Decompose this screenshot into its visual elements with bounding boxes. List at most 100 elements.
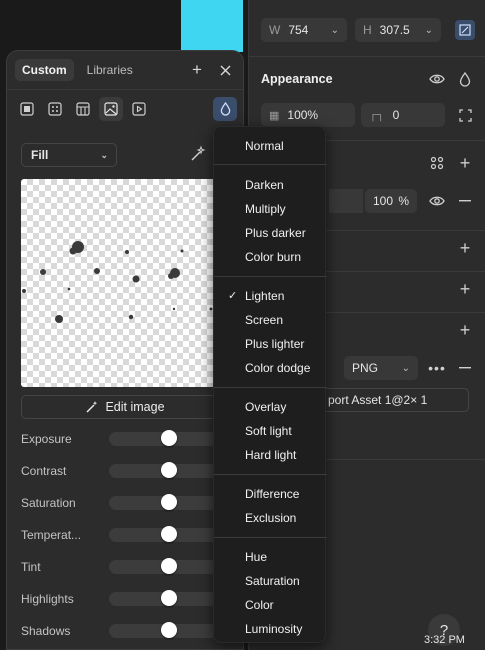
- blend-option-hue[interactable]: Hue: [214, 546, 327, 568]
- blend-drop-icon[interactable]: [455, 69, 475, 89]
- pattern-fill-icon[interactable]: [71, 97, 95, 121]
- blend-option-exclusion[interactable]: Exclusion: [214, 507, 327, 529]
- blend-option-multiply[interactable]: Multiply: [214, 198, 327, 220]
- dust-particles: [22, 241, 213, 323]
- video-fill-icon[interactable]: [127, 97, 151, 121]
- export-button[interactable]: port Asset 1@2× 1: [319, 388, 469, 412]
- saturation-row: Saturation: [21, 493, 236, 513]
- highlights-label: Highlights: [21, 592, 74, 606]
- fill-opacity-value: 100: [373, 194, 394, 208]
- blend-option-plus-darker[interactable]: Plus darker: [214, 222, 327, 244]
- blend-option-difference[interactable]: Difference: [214, 483, 327, 505]
- independent-corners-icon[interactable]: [455, 105, 475, 125]
- highlights-slider-knob[interactable]: [161, 590, 177, 606]
- fill-tabs: Custom Libraries: [15, 59, 140, 81]
- highlights-row: Highlights: [21, 589, 236, 609]
- contrast-label: Contrast: [21, 464, 67, 478]
- height-value: 307.5: [379, 23, 410, 37]
- temperature-slider-knob[interactable]: [161, 526, 177, 542]
- export-format-value: PNG: [352, 361, 379, 375]
- scale-mode-value: Fill: [31, 148, 49, 162]
- blend-option-lighten[interactable]: ✓ Lighten: [214, 285, 327, 307]
- exposure-label: Exposure: [21, 432, 72, 446]
- edit-image-button[interactable]: Edit image: [21, 395, 229, 419]
- contrast-slider-knob[interactable]: [161, 462, 177, 478]
- chevron-down-icon: ⌄: [424, 24, 433, 36]
- tint-row: Tint: [21, 557, 236, 577]
- ai-sparkle-icon[interactable]: [189, 145, 209, 165]
- edit-image-label: Edit image: [105, 400, 165, 414]
- opacity-icon: ▦: [269, 109, 280, 122]
- fill-picker-panel: Custom Libraries + Fill ⌄ Edit image Exp…: [6, 50, 244, 650]
- fill-opacity-unit: %: [398, 194, 409, 208]
- magic-wand-icon: [86, 401, 98, 413]
- add-effect-icon[interactable]: +: [455, 279, 475, 299]
- exposure-slider-knob[interactable]: [161, 430, 177, 446]
- corner-radius-field[interactable]: ┌┐ 0: [361, 103, 445, 127]
- height-field[interactable]: H 307.5 ⌄: [355, 18, 441, 42]
- blend-option-soft-light[interactable]: Soft light: [214, 420, 327, 442]
- blend-option-overlay[interactable]: Overlay: [214, 396, 327, 418]
- corner-radius-icon: ┌┐: [369, 109, 385, 121]
- exposure-row: Exposure: [21, 429, 236, 449]
- image-fill-icon[interactable]: [99, 97, 123, 121]
- styles-grid-icon[interactable]: [427, 153, 447, 173]
- temperature-row: Temperat...: [21, 525, 236, 545]
- taskbar-clock: 3:32 PM: [424, 634, 465, 646]
- constrain-proportions-icon[interactable]: [455, 20, 475, 40]
- remove-fill-icon[interactable]: [455, 191, 475, 211]
- add-style-icon[interactable]: +: [187, 60, 207, 80]
- export-button-label: port Asset 1@2× 1: [328, 393, 428, 407]
- fill-visibility-eye-icon[interactable]: [427, 191, 447, 211]
- blend-option-darken[interactable]: Darken: [214, 174, 327, 196]
- gradient-fill-icon[interactable]: [43, 97, 67, 121]
- blend-option-plus-lighter[interactable]: Plus lighter: [214, 333, 327, 355]
- shadows-slider-knob[interactable]: [161, 622, 177, 638]
- add-stroke-icon[interactable]: +: [455, 238, 475, 258]
- saturation-slider-knob[interactable]: [161, 494, 177, 510]
- add-fill-icon[interactable]: +: [455, 153, 475, 173]
- blend-option-color[interactable]: Color: [214, 594, 327, 616]
- chevron-down-icon: ⌄: [401, 362, 410, 374]
- solid-fill-icon[interactable]: [15, 97, 39, 121]
- chevron-down-icon: ⌄: [330, 24, 339, 36]
- image-scale-mode-select[interactable]: Fill ⌄: [21, 143, 117, 167]
- blend-option-saturation[interactable]: Saturation: [214, 570, 327, 592]
- blend-option-normal[interactable]: Normal: [214, 135, 327, 157]
- more-options-icon[interactable]: •••: [427, 358, 447, 378]
- blend-option-hard-light[interactable]: Hard light: [214, 444, 327, 466]
- tab-libraries[interactable]: Libraries: [80, 59, 140, 81]
- blend-option-luminosity[interactable]: Luminosity: [214, 618, 327, 640]
- blend-mode-drop-icon[interactable]: [213, 97, 237, 121]
- appearance-title: Appearance: [261, 72, 333, 86]
- height-label: H: [363, 23, 372, 37]
- contrast-row: Contrast: [21, 461, 236, 481]
- blend-option-screen[interactable]: Screen: [214, 309, 327, 331]
- blend-option-color-burn[interactable]: Color burn: [214, 246, 327, 268]
- close-icon[interactable]: [215, 60, 235, 80]
- checkmark-icon: ✓: [228, 290, 238, 302]
- export-format-select[interactable]: PNG ⌄: [344, 356, 418, 380]
- image-preview[interactable]: [21, 179, 229, 387]
- corner-radius-value: 0: [392, 108, 400, 122]
- layer-opacity-field[interactable]: ▦ 100%: [261, 103, 355, 127]
- eye-icon[interactable]: [427, 69, 447, 89]
- width-value: 754: [288, 23, 309, 37]
- shadows-label: Shadows: [21, 624, 71, 638]
- chevron-down-icon: ⌄: [100, 149, 108, 160]
- fill-swatch-field[interactable]: [329, 189, 363, 213]
- opacity-value: 100%: [287, 108, 319, 122]
- canvas-shape[interactable]: [181, 0, 243, 52]
- saturation-label: Saturation: [21, 496, 76, 510]
- add-export-icon[interactable]: +: [455, 320, 475, 340]
- tint-label: Tint: [21, 560, 41, 574]
- blend-option-color-dodge[interactable]: Color dodge: [214, 357, 327, 379]
- tint-slider-knob[interactable]: [161, 558, 177, 574]
- tab-custom[interactable]: Custom: [15, 59, 74, 81]
- width-field[interactable]: W 754 ⌄: [261, 18, 347, 42]
- fill-opacity-field[interactable]: 100 %: [365, 189, 417, 213]
- remove-export-icon[interactable]: [455, 358, 475, 378]
- paint-type-bar: [15, 97, 151, 121]
- shadows-row: Shadows: [21, 621, 236, 641]
- temperature-label: Temperat...: [21, 528, 82, 542]
